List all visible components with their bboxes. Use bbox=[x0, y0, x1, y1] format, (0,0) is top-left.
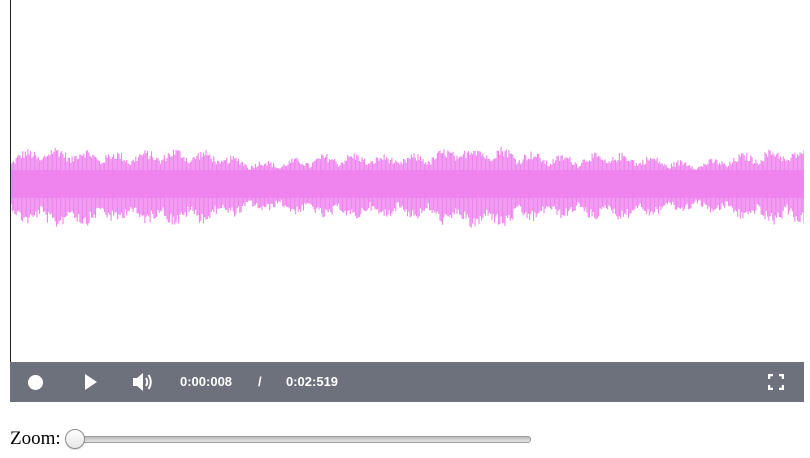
media-controls-bar: 0:00:008 / 0:02:519 bbox=[10, 362, 804, 402]
play-icon bbox=[85, 374, 97, 390]
waveform-core bbox=[11, 170, 804, 198]
waveform[interactable] bbox=[11, 0, 804, 362]
fullscreen-icon bbox=[768, 374, 784, 390]
volume-button[interactable] bbox=[130, 362, 156, 402]
duration: 0:02:519 bbox=[286, 374, 339, 389]
zoom-control: Zoom: bbox=[10, 428, 531, 450]
play-button[interactable] bbox=[78, 362, 104, 402]
playhead-cursor[interactable] bbox=[10, 0, 11, 362]
zoom-slider-thumb[interactable] bbox=[64, 429, 85, 449]
audio-player-page: 0:00:008 / 0:02:519 Zoom: bbox=[0, 0, 810, 458]
zoom-slider-track[interactable] bbox=[66, 436, 531, 443]
record-icon bbox=[27, 374, 43, 390]
volume-icon bbox=[133, 373, 152, 391]
time-separator: / bbox=[258, 374, 262, 389]
current-time: 0:00:008 bbox=[180, 374, 233, 389]
zoom-slider[interactable] bbox=[64, 428, 531, 450]
record-button[interactable] bbox=[22, 362, 48, 402]
fullscreen-button[interactable] bbox=[764, 362, 788, 402]
zoom-label: Zoom: bbox=[10, 428, 61, 449]
